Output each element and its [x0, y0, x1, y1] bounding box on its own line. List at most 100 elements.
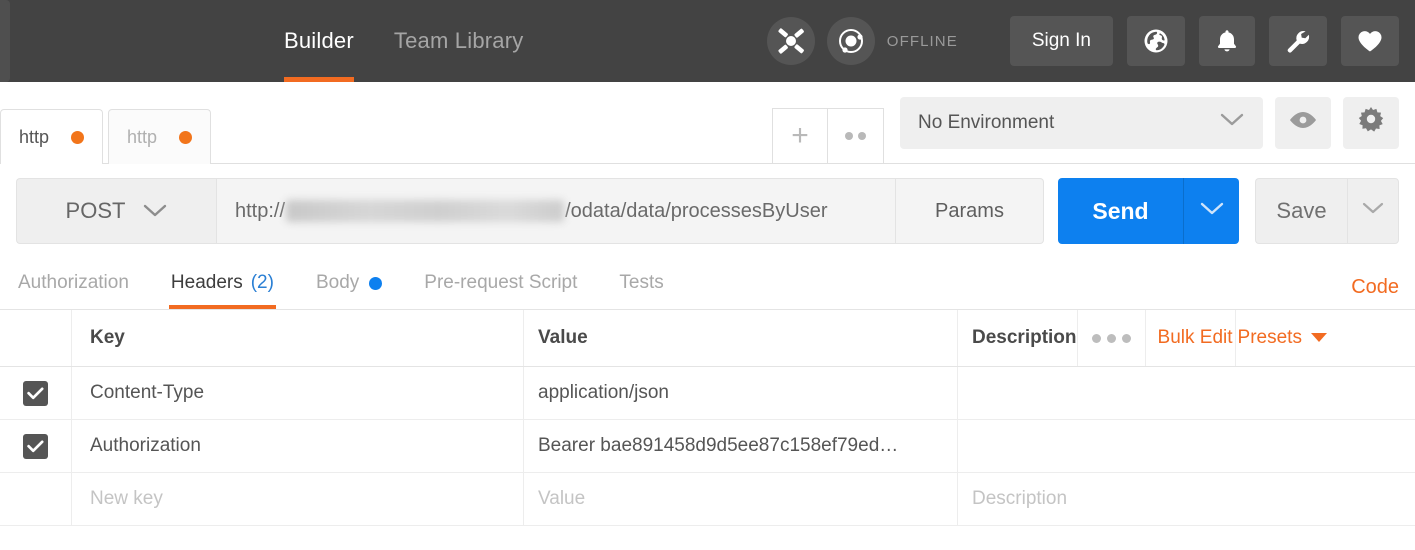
url-scheme: http://	[235, 199, 286, 222]
environment-select[interactable]: No Environment	[900, 96, 1263, 149]
row-key[interactable]: Content-Type	[72, 367, 524, 419]
new-key-input[interactable]: New key	[72, 473, 524, 525]
code-link[interactable]: Code	[1351, 276, 1399, 299]
caret-down-icon	[1310, 327, 1328, 349]
request-tab-0[interactable]: http	[0, 109, 104, 164]
row-enabled-checkbox[interactable]	[23, 433, 48, 459]
bulk-edit-button[interactable]: Bulk Edit	[1144, 310, 1235, 366]
save-label: Save	[1276, 198, 1327, 223]
sync-orbit-icon[interactable]	[826, 17, 875, 65]
row-value[interactable]: application/json	[524, 367, 958, 419]
row-value[interactable]: Bearer bae891458d9d5ee87c158ef79ed…	[524, 420, 958, 472]
send-button-group: Send	[1058, 178, 1239, 244]
save-options-button[interactable]	[1347, 178, 1399, 244]
headers-table: Key Value Description Bulk Edit Presets	[0, 310, 1415, 526]
gear-icon	[1358, 107, 1384, 138]
headers-more-button[interactable]	[1076, 310, 1145, 366]
heart-icon[interactable]	[1341, 16, 1399, 66]
table-row-new: New key Value Description	[0, 473, 1415, 526]
chevron-down-icon	[1219, 112, 1245, 134]
environment-select-value: No Environment	[918, 111, 1055, 133]
send-button[interactable]: Send	[1058, 178, 1183, 244]
row-description[interactable]	[958, 367, 1415, 419]
request-detail-tabs: Authorization Headers (2) Body Pre-reque…	[0, 258, 1415, 310]
request-url-input[interactable]: http://aaaaaaaaaaaaaaaaaaaaaaaaa/odata/d…	[216, 178, 896, 244]
three-dots-icon	[1089, 333, 1134, 343]
request-url-row: POST http://aaaaaaaaaaaaaaaaaaaaaaaaa/od…	[0, 164, 1415, 258]
headers-table-header: Key Value Description Bulk Edit Presets	[0, 310, 1415, 367]
chevron-down-icon	[1200, 202, 1224, 221]
http-method-select[interactable]: POST	[16, 178, 216, 244]
chevron-down-icon	[143, 198, 167, 224]
request-tabstrip: http http +	[0, 82, 884, 164]
tab-headers[interactable]: Headers (2)	[168, 257, 277, 309]
main-nav: Builder Team Library	[284, 0, 563, 82]
new-tab-button[interactable]: +	[772, 108, 828, 163]
nav-tab-team-library[interactable]: Team Library	[394, 0, 524, 82]
sidebar-collapsed-handle[interactable]	[0, 0, 10, 82]
chevron-down-icon	[1362, 202, 1384, 220]
unsaved-dot-icon	[179, 130, 193, 144]
tab-authorization[interactable]: Authorization	[16, 257, 131, 309]
params-label: Params	[935, 199, 1004, 222]
tabstrip-menu-button[interactable]	[828, 108, 884, 163]
tab-authorization-label: Authorization	[18, 272, 129, 293]
save-button-group: Save	[1255, 178, 1399, 244]
globe-icon[interactable]	[1127, 16, 1185, 66]
nav-tab-builder-label: Builder	[284, 28, 354, 53]
tab-body[interactable]: Body	[314, 257, 384, 309]
app-header: Builder Team Library OFFLINE Sign In	[0, 0, 1415, 82]
row-enabled-cell	[0, 420, 72, 472]
header-col-description: Description	[972, 327, 1077, 348]
bulk-edit-label: Bulk Edit	[1157, 326, 1233, 348]
nav-tab-builder[interactable]: Builder	[284, 0, 354, 82]
nav-tab-team-library-label: Team Library	[393, 28, 524, 53]
tabstrip-row: http http + No Environment	[0, 82, 1415, 164]
tab-body-label: Body	[315, 272, 360, 293]
presets-button[interactable]: Presets	[1234, 310, 1330, 366]
tab-headers-count: (2)	[250, 272, 274, 293]
unsaved-dot-icon	[71, 130, 85, 144]
send-label: Send	[1092, 197, 1149, 224]
row-enabled-checkbox[interactable]	[23, 380, 48, 406]
sign-in-button[interactable]: Sign In	[1009, 16, 1113, 66]
save-button[interactable]: Save	[1255, 178, 1347, 244]
header-col-key: Key	[72, 310, 524, 366]
row-key[interactable]: Authorization	[72, 420, 524, 472]
table-row: Authorization Bearer bae891458d9d5ee87c1…	[0, 420, 1415, 473]
tab-tests[interactable]: Tests	[617, 257, 665, 309]
environment-bar: No Environment	[884, 82, 1415, 164]
header-actions: OFFLINE Sign In	[766, 0, 1399, 82]
request-tab-1[interactable]: http	[108, 109, 212, 164]
tab-headers-label: Headers	[170, 272, 243, 293]
body-present-dot-icon	[369, 276, 383, 290]
request-tab-1-label: http	[127, 126, 158, 147]
code-link-label: Code	[1351, 276, 1399, 298]
row-description[interactable]	[958, 420, 1415, 472]
bell-icon[interactable]	[1199, 16, 1255, 66]
headers-table-tools: Description Bulk Edit Presets	[958, 310, 1330, 366]
row-value-text: Bearer bae891458d9d5ee87c158ef79ed…	[538, 435, 899, 456]
tab-pre-request-script[interactable]: Pre-request Script	[422, 257, 579, 309]
settings-button[interactable]	[1343, 96, 1399, 149]
row-enabled-cell	[0, 473, 72, 525]
tab-tests-label: Tests	[619, 272, 664, 293]
two-dots-icon	[845, 132, 866, 140]
network-nodes-icon[interactable]	[766, 17, 815, 65]
table-row: Content-Type application/json	[0, 367, 1415, 420]
sync-status-label: OFFLINE	[886, 32, 958, 50]
http-method-value: POST	[65, 198, 126, 223]
url-path: /odata/data/processesByUser	[565, 199, 828, 222]
tabstrip-actions: +	[772, 108, 884, 163]
row-enabled-cell	[0, 367, 72, 419]
plus-icon: +	[791, 119, 809, 152]
send-options-button[interactable]	[1183, 178, 1239, 244]
environment-quick-look-button[interactable]	[1275, 96, 1331, 149]
request-tab-0-label: http	[19, 126, 50, 147]
new-description-input[interactable]: Description	[958, 473, 1415, 525]
params-button[interactable]: Params	[896, 178, 1044, 244]
presets-label: Presets	[1237, 327, 1302, 348]
new-value-input[interactable]: Value	[524, 473, 958, 525]
wrench-icon[interactable]	[1269, 16, 1327, 66]
tab-pre-request-script-label: Pre-request Script	[424, 272, 578, 293]
